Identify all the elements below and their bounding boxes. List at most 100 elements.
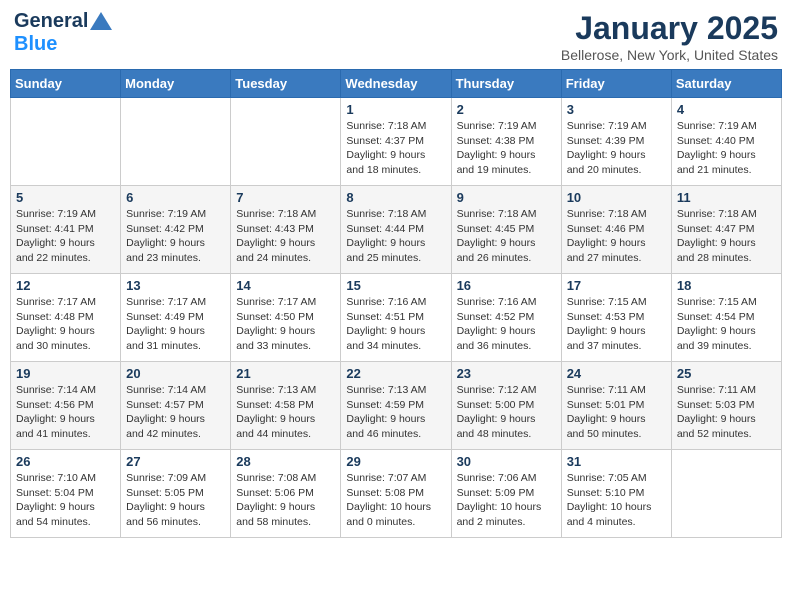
week-row-3: 12 Sunrise: 7:17 AM Sunset: 4:48 PM Dayli… [11,274,782,362]
day-number: 3 [567,102,666,117]
weekday-header-monday: Monday [121,70,231,98]
day-info: Sunrise: 7:17 AM Sunset: 4:48 PM Dayligh… [16,295,115,354]
location-title: Bellerose, New York, United States [561,47,778,63]
calendar-cell: 21 Sunrise: 7:13 AM Sunset: 4:58 PM Dayli… [231,362,341,450]
day-number: 31 [567,454,666,469]
logo-icon [90,12,112,30]
week-row-1: 1Sunrise: 7:18 AM Sunset: 4:37 PM Daylig… [11,98,782,186]
calendar-cell: 20 Sunrise: 7:14 AM Sunset: 4:57 PM Dayli… [121,362,231,450]
day-number: 18 [677,278,776,293]
day-number: 13 [126,278,225,293]
calendar-cell: 7 Sunrise: 7:18 AM Sunset: 4:43 PM Daylig… [231,186,341,274]
day-info: Sunrise: 7:05 AM Sunset: 5:10 PM Dayligh… [567,471,666,530]
day-number: 11 [677,190,776,205]
day-info: Sunrise: 7:18 AM Sunset: 4:45 PM Dayligh… [457,207,556,266]
weekday-header-thursday: Thursday [451,70,561,98]
calendar-cell [231,98,341,186]
calendar-cell: 1Sunrise: 7:18 AM Sunset: 4:37 PM Daylig… [341,98,451,186]
day-info: Sunrise: 7:18 AM Sunset: 4:44 PM Dayligh… [346,207,445,266]
calendar-cell: 5 Sunrise: 7:19 AM Sunset: 4:41 PM Daylig… [11,186,121,274]
day-number: 5 [16,190,115,205]
day-info: Sunrise: 7:19 AM Sunset: 4:41 PM Dayligh… [16,207,115,266]
calendar-cell: 14Sunrise: 7:17 AM Sunset: 4:50 PM Dayli… [231,274,341,362]
day-number: 16 [457,278,556,293]
day-number: 29 [346,454,445,469]
day-number: 12 [16,278,115,293]
weekday-header-friday: Friday [561,70,671,98]
day-info: Sunrise: 7:12 AM Sunset: 5:00 PM Dayligh… [457,383,556,442]
day-number: 15 [346,278,445,293]
day-info: Sunrise: 7:19 AM Sunset: 4:38 PM Dayligh… [457,119,556,178]
weekday-header-saturday: Saturday [671,70,781,98]
weekday-header-sunday: Sunday [11,70,121,98]
day-info: Sunrise: 7:10 AM Sunset: 5:04 PM Dayligh… [16,471,115,530]
week-row-5: 26 Sunrise: 7:10 AM Sunset: 5:04 PM Dayli… [11,450,782,538]
day-info: Sunrise: 7:13 AM Sunset: 4:59 PM Dayligh… [346,383,445,442]
calendar-cell: 8 Sunrise: 7:18 AM Sunset: 4:44 PM Daylig… [341,186,451,274]
calendar-cell: 27Sunrise: 7:09 AM Sunset: 5:05 PM Dayli… [121,450,231,538]
weekday-header-tuesday: Tuesday [231,70,341,98]
page-header: General Blue January 2025 Bellerose, New… [10,10,782,63]
day-number: 20 [126,366,225,381]
day-number: 21 [236,366,335,381]
calendar-cell: 3Sunrise: 7:19 AM Sunset: 4:39 PM Daylig… [561,98,671,186]
day-info: Sunrise: 7:16 AM Sunset: 4:51 PM Dayligh… [346,295,445,354]
calendar-cell: 18 Sunrise: 7:15 AM Sunset: 4:54 PM Dayli… [671,274,781,362]
day-info: Sunrise: 7:16 AM Sunset: 4:52 PM Dayligh… [457,295,556,354]
day-number: 6 [126,190,225,205]
calendar-cell: 12 Sunrise: 7:17 AM Sunset: 4:48 PM Dayli… [11,274,121,362]
day-info: Sunrise: 7:11 AM Sunset: 5:03 PM Dayligh… [677,383,776,442]
day-number: 23 [457,366,556,381]
calendar-cell: 16 Sunrise: 7:16 AM Sunset: 4:52 PM Dayli… [451,274,561,362]
title-block: January 2025 Bellerose, New York, United… [561,10,778,63]
day-number: 27 [126,454,225,469]
day-number: 28 [236,454,335,469]
calendar-cell [671,450,781,538]
day-info: Sunrise: 7:08 AM Sunset: 5:06 PM Dayligh… [236,471,335,530]
day-info: Sunrise: 7:18 AM Sunset: 4:37 PM Dayligh… [346,119,445,178]
logo: General Blue [14,10,112,56]
day-info: Sunrise: 7:19 AM Sunset: 4:42 PM Dayligh… [126,207,225,266]
day-number: 26 [16,454,115,469]
calendar-cell: 19Sunrise: 7:14 AM Sunset: 4:56 PM Dayli… [11,362,121,450]
day-info: Sunrise: 7:14 AM Sunset: 4:57 PM Dayligh… [126,383,225,442]
day-info: Sunrise: 7:13 AM Sunset: 4:58 PM Dayligh… [236,383,335,442]
calendar-cell: 31 Sunrise: 7:05 AM Sunset: 5:10 PM Dayli… [561,450,671,538]
calendar-cell: 6 Sunrise: 7:19 AM Sunset: 4:42 PM Daylig… [121,186,231,274]
day-number: 8 [346,190,445,205]
month-title: January 2025 [561,10,778,47]
calendar-cell: 13 Sunrise: 7:17 AM Sunset: 4:49 PM Dayli… [121,274,231,362]
calendar-cell: 2 Sunrise: 7:19 AM Sunset: 4:38 PM Daylig… [451,98,561,186]
calendar-cell: 28 Sunrise: 7:08 AM Sunset: 5:06 PM Dayli… [231,450,341,538]
logo-general: General [14,10,88,33]
day-info: Sunrise: 7:18 AM Sunset: 4:46 PM Dayligh… [567,207,666,266]
day-info: Sunrise: 7:17 AM Sunset: 4:50 PM Dayligh… [236,295,335,354]
day-info: Sunrise: 7:18 AM Sunset: 4:43 PM Dayligh… [236,207,335,266]
day-number: 9 [457,190,556,205]
calendar-cell: 17 Sunrise: 7:15 AM Sunset: 4:53 PM Dayli… [561,274,671,362]
day-number: 7 [236,190,335,205]
day-info: Sunrise: 7:15 AM Sunset: 4:54 PM Dayligh… [677,295,776,354]
day-number: 17 [567,278,666,293]
calendar-cell: 26 Sunrise: 7:10 AM Sunset: 5:04 PM Dayli… [11,450,121,538]
day-number: 19 [16,366,115,381]
day-number: 10 [567,190,666,205]
day-number: 22 [346,366,445,381]
calendar-cell: 10 Sunrise: 7:18 AM Sunset: 4:46 PM Dayli… [561,186,671,274]
calendar-cell: 15 Sunrise: 7:16 AM Sunset: 4:51 PM Dayli… [341,274,451,362]
day-info: Sunrise: 7:11 AM Sunset: 5:01 PM Dayligh… [567,383,666,442]
day-info: Sunrise: 7:06 AM Sunset: 5:09 PM Dayligh… [457,471,556,530]
calendar-cell [11,98,121,186]
day-number: 30 [457,454,556,469]
calendar-cell: 29 Sunrise: 7:07 AM Sunset: 5:08 PM Dayli… [341,450,451,538]
day-info: Sunrise: 7:07 AM Sunset: 5:08 PM Dayligh… [346,471,445,530]
day-info: Sunrise: 7:17 AM Sunset: 4:49 PM Dayligh… [126,295,225,354]
week-row-4: 19Sunrise: 7:14 AM Sunset: 4:56 PM Dayli… [11,362,782,450]
day-info: Sunrise: 7:18 AM Sunset: 4:47 PM Dayligh… [677,207,776,266]
week-row-2: 5 Sunrise: 7:19 AM Sunset: 4:41 PM Daylig… [11,186,782,274]
day-number: 25 [677,366,776,381]
day-info: Sunrise: 7:15 AM Sunset: 4:53 PM Dayligh… [567,295,666,354]
day-info: Sunrise: 7:19 AM Sunset: 4:40 PM Dayligh… [677,119,776,178]
weekday-header-row: SundayMondayTuesdayWednesdayThursdayFrid… [11,70,782,98]
day-number: 2 [457,102,556,117]
